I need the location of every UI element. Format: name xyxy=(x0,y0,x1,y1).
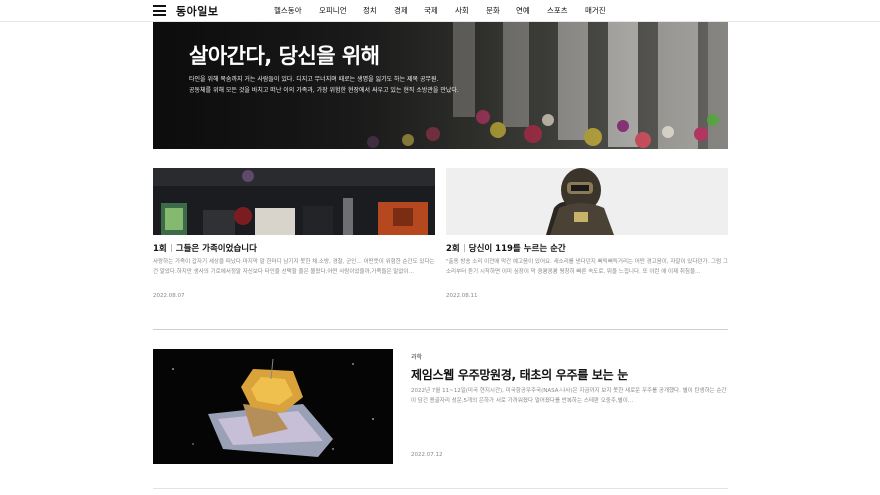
nav-item-health[interactable]: 헬스동아 xyxy=(274,5,302,16)
menu-icon[interactable] xyxy=(153,5,166,16)
episode-number: 1회 xyxy=(153,244,167,254)
nav-item-opinion[interactable]: 오피니언 xyxy=(319,5,347,16)
site-logo[interactable]: 동아일보 xyxy=(176,3,218,19)
nav-item-society[interactable]: 사회 xyxy=(455,5,469,16)
episode-date: 2022.08.07 xyxy=(153,293,185,299)
heading-separator xyxy=(463,244,465,252)
section-divider xyxy=(153,329,728,330)
nav-item-culture[interactable]: 문화 xyxy=(486,5,500,16)
episode-image xyxy=(446,168,728,235)
article-title[interactable]: 제임스웹 우주망원경, 태초의 우주를 보는 눈 xyxy=(411,366,628,383)
episode-summary: "출동 방송 소리 이전에 막간 예고음이 있어요. 새소리를 낸다던지 삐릭삐… xyxy=(446,259,728,275)
hero-desc-line: 공동체를 위해 모든 것을 바치고 떠난 이의 가족과, 가장 위험한 현장에서… xyxy=(189,87,459,94)
article-category[interactable]: 과학 xyxy=(411,352,422,361)
heading-separator xyxy=(170,244,172,252)
nav-item-entertainment[interactable]: 연예 xyxy=(516,5,530,16)
episode-thumbnail[interactable] xyxy=(446,168,728,235)
article-date: 2022.07.12 xyxy=(411,452,443,458)
section-divider xyxy=(153,488,728,489)
article-thumbnail[interactable] xyxy=(153,349,393,464)
episode-summary: 사랑하는 가족이 갑자기 세상을 떠났다.마지막 말 한마디 남기지 못한 채.… xyxy=(153,259,435,275)
episode-title[interactable]: 당신이 119를 누르는 순간 xyxy=(469,244,566,254)
episode-card-2[interactable]: 2회 당신이 119를 누르는 순간 "출동 방송 소리 이전에 막간 예고음이 … xyxy=(446,168,728,299)
article-image xyxy=(153,349,393,464)
article-summary: 2022년 7월 11~12일(미국 현지시간), 미국항공우주국(NASA·나… xyxy=(411,388,727,404)
episode-date: 2022.08.11 xyxy=(446,293,478,299)
hero-banner: 살아간다, 당신을 위해 타인을 위해 목숨까지 거는 사람들이 있다. 디지고… xyxy=(153,22,728,149)
hero-title: 살아간다, 당신을 위해 xyxy=(189,44,380,68)
episode-heading[interactable]: 2회 당신이 119를 누르는 순간 xyxy=(446,242,566,254)
nav-item-international[interactable]: 국제 xyxy=(424,5,438,16)
episode-title[interactable]: 그들은 가족이었습니다 xyxy=(176,244,257,254)
episode-heading[interactable]: 1회 그들은 가족이었습니다 xyxy=(153,242,257,254)
nav-item-economy[interactable]: 경제 xyxy=(394,5,408,16)
episode-image xyxy=(153,168,435,235)
nav-item-sports[interactable]: 스포츠 xyxy=(547,5,568,16)
episode-number: 2회 xyxy=(446,244,460,254)
episode-thumbnail[interactable] xyxy=(153,168,435,235)
hero-desc-line: 타인을 위해 목숨까지 거는 사람들이 있다. 디지고 무너지며 때로는 생명을… xyxy=(189,76,439,83)
hero-description: 타인을 위해 목숨까지 거는 사람들이 있다. 디지고 무너지며 때로는 생명을… xyxy=(189,74,459,96)
nav-item-magazine[interactable]: 매거진 xyxy=(585,5,606,16)
nav-item-politics[interactable]: 정치 xyxy=(363,5,377,16)
episode-card-1[interactable]: 1회 그들은 가족이었습니다 사랑하는 가족이 갑자기 세상을 떠났다.마지막 말… xyxy=(153,168,435,299)
site-header: 동아일보 헬스동아 오피니언 정치 경제 국제 사회 문화 연예 스포츠 매거진 xyxy=(0,0,880,22)
